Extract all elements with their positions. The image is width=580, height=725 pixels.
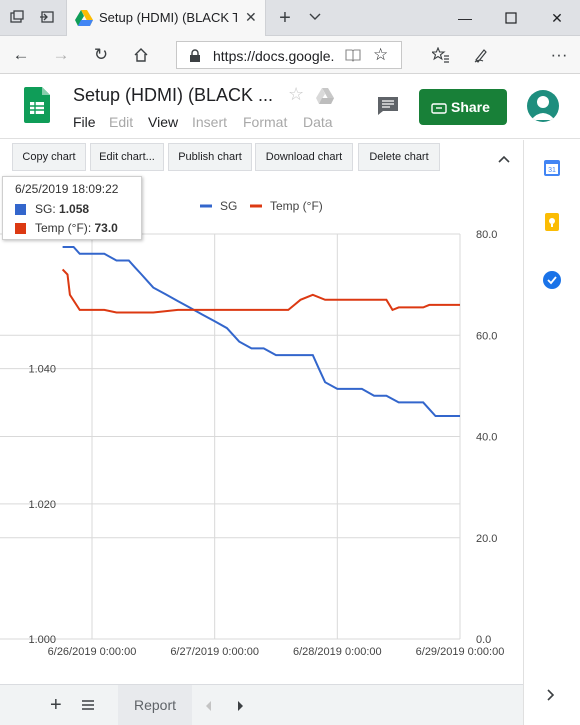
favorite-star-icon[interactable]: ☆ [373,45,388,65]
new-tab-icon[interactable]: + [276,8,294,28]
account-avatar[interactable] [527,90,559,122]
favorites-list-icon[interactable] [428,42,454,68]
share-button[interactable]: Share [419,89,507,125]
x-axis-tick-label: 6/26/2019 0:00:00 [48,646,137,658]
left-axis-tick-label: 1.020 [28,499,56,511]
share-label: Share [451,99,490,115]
address-bar[interactable]: https://docs.google.c ☆ [176,41,402,69]
edit-chart-button[interactable]: Edit chart... [90,143,164,171]
expand-panel-chevron-icon[interactable] [546,688,556,707]
legend-label: Temp (°F) [270,199,323,213]
minimize-icon[interactable]: — [442,0,488,36]
tooltip-sg-swatch [15,204,26,215]
lock-icon[interactable] [189,49,201,68]
right-axis-tick-label: 40.0 [476,432,497,444]
right-axis-tick-label: 20.0 [476,533,497,545]
document-title[interactable]: Setup (HDMI) (BLACK ... [73,85,273,106]
chart-tooltip: 6/25/2019 18:09:22 SG: 1.058 Temp (°F): … [2,176,142,240]
scroll-right-icon[interactable] [236,699,244,717]
tab-list-chevron-icon[interactable] [306,9,324,27]
legend-label: SG [220,199,237,213]
tooltip-sg-value: 1.058 [59,202,90,216]
right-axis-tick-label: 0.0 [476,634,491,646]
maximize-icon[interactable] [488,0,534,36]
side-panel: 31 [523,140,580,725]
sheets-logo-icon[interactable] [24,87,50,123]
right-axis-tick-label: 60.0 [476,330,497,342]
calendar-icon[interactable]: 31 [542,158,562,178]
menu-file[interactable]: File [73,114,96,130]
google-drive-icon [75,10,93,26]
refresh-icon[interactable]: ↻ [88,42,114,68]
url-text[interactable]: https://docs.google.c [213,48,335,64]
close-window-icon[interactable]: ✕ [534,0,580,36]
line-chart[interactable]: 0.0 20.0 40.0 60.0 80.0 1.000 1.020 1.040 6/26/2… [0,174,523,684]
menu-format[interactable]: Format [243,114,287,130]
all-sheets-icon[interactable] [81,698,95,716]
tab-title: Setup (HDMI) (BLACK TI [99,10,237,25]
x-axis-tick-label: 6/28/2019 0:00:00 [293,646,382,658]
scroll-left-icon[interactable] [205,699,213,717]
tooltip-temp-row: Temp (°F): 73.0 [35,221,118,235]
series-line-temp [61,268,460,314]
series-line-sg [62,246,460,417]
tooltip-temp-label: Temp (°F) [35,221,88,235]
close-tab-icon[interactable]: ✕ [245,9,257,26]
add-sheet-icon[interactable]: + [50,694,62,717]
back-icon[interactable]: ← [8,42,34,68]
tasks-icon[interactable] [542,270,562,290]
left-axis-tick-label: 1.000 [28,634,56,646]
comments-icon[interactable] [377,96,399,121]
more-options-icon[interactable]: ··· [546,42,572,68]
download-chart-button[interactable]: Download chart [255,143,353,171]
collapse-chevron-icon[interactable] [497,151,511,169]
sheet-tab-report[interactable]: Report [118,685,192,725]
keep-icon[interactable] [542,212,562,232]
set-aside-tabs-icon[interactable] [38,9,56,27]
menu-insert[interactable]: Insert [192,114,227,130]
sheets-header: Setup (HDMI) (BLACK ... ☆ File Edit View… [0,75,580,139]
tooltip-temp-value: 73.0 [94,221,118,235]
right-axis-tick-label: 80.0 [476,229,497,241]
svg-text:31: 31 [548,167,556,174]
left-axis-tick-label: 1.040 [28,364,56,376]
browser-tab[interactable]: Setup (HDMI) (BLACK TI ✕ [66,0,266,36]
publish-chart-button[interactable]: Publish chart [168,143,252,171]
reading-view-icon[interactable] [345,48,361,67]
home-icon[interactable] [128,42,154,68]
tooltip-sg-label: SG [35,202,53,216]
star-document-icon[interactable]: ☆ [288,84,304,105]
pen-icon[interactable] [468,42,494,68]
tab-actions-icon[interactable] [8,9,26,27]
x-axis-tick-label: 6/29/2019 0:00:00 [416,646,505,658]
sheet-bar: + Report [0,684,523,725]
tooltip-temp-swatch [15,223,26,234]
browser-tab-strip: Setup (HDMI) (BLACK TI ✕ + — ✕ [0,0,580,36]
menu-edit[interactable]: Edit [109,114,133,130]
chart-toolbar: Copy chart Edit chart... Publish chart D… [0,140,523,174]
menu-view[interactable]: View [148,114,178,130]
tooltip-timestamp: 6/25/2019 18:09:22 [15,182,119,196]
tooltip-sg-row: SG: 1.058 [35,202,90,216]
address-bar-row: ← → ↻ https://docs.google.c ☆ ··· [0,36,580,74]
forward-icon[interactable]: → [48,42,74,68]
x-axis-tick-label: 6/27/2019 0:00:00 [170,646,259,658]
copy-chart-button[interactable]: Copy chart [12,143,86,171]
lock-share-icon [431,103,447,114]
menu-data[interactable]: Data [303,114,333,130]
move-to-drive-icon[interactable] [315,87,335,110]
delete-chart-button[interactable]: Delete chart [358,143,440,171]
